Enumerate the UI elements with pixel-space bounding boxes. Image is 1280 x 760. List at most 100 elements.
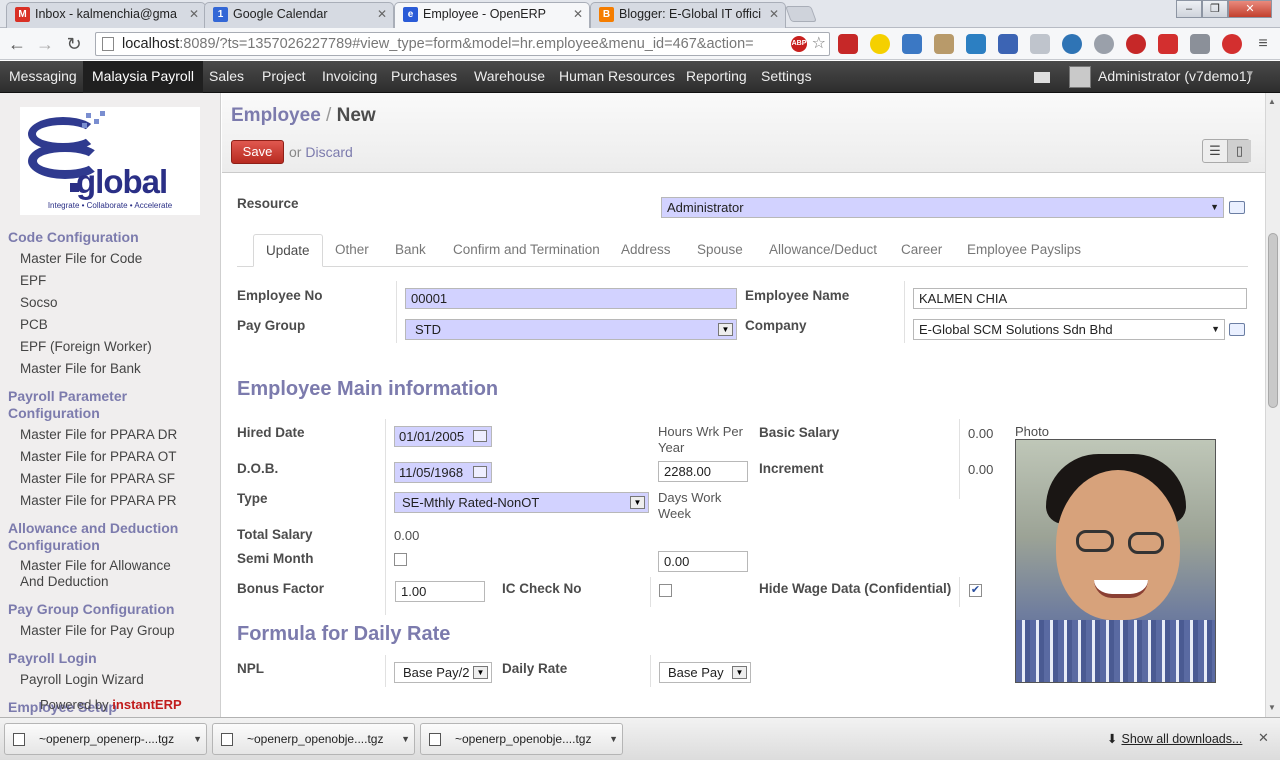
external-link-icon[interactable]: [1229, 201, 1245, 214]
extension-bookmark-icon[interactable]: [838, 34, 858, 54]
back-arrow-icon[interactable]: ←: [6, 33, 28, 55]
show-all-downloads[interactable]: ⬇ Show all downloads...: [1107, 731, 1242, 746]
menu-malaysia-payroll[interactable]: Malaysia Payroll: [83, 61, 203, 93]
chevron-down-icon[interactable]: ▼: [609, 724, 618, 754]
sidebar-header-allowance-deduction[interactable]: Allowance and Deduction Configuration: [0, 520, 180, 554]
close-icon[interactable]: ✕: [377, 3, 387, 25]
pay-group-select[interactable]: STD ▼: [405, 319, 737, 340]
browser-tab-openerp[interactable]: e Employee - OpenERP ✕: [394, 2, 590, 29]
sidebar-item[interactable]: Socso: [0, 295, 221, 311]
menu-settings[interactable]: Settings: [752, 61, 821, 93]
external-link-icon[interactable]: [1229, 323, 1245, 336]
calendar-icon[interactable]: [473, 430, 487, 442]
menu-warehouse[interactable]: Warehouse: [465, 61, 554, 93]
dropdown-button-icon[interactable]: ▼: [718, 323, 733, 336]
user-menu[interactable]: Administrator (v7demo1): [1098, 61, 1251, 92]
adblock-icon[interactable]: ABP: [791, 36, 807, 52]
extension-download-icon[interactable]: [998, 34, 1018, 54]
url-input[interactable]: localhost:8089/?ts=1357026227789#view_ty…: [95, 32, 830, 56]
employee-name-input[interactable]: KALMEN CHIA: [913, 288, 1247, 309]
extension-pacman-icon[interactable]: [870, 34, 890, 54]
npl-select[interactable]: Base Pay/2 ▼: [394, 662, 492, 683]
sidebar-item[interactable]: PCB: [0, 317, 221, 333]
chevron-down-icon[interactable]: ▼: [193, 724, 202, 754]
bonus-factor-input[interactable]: 1.00: [395, 581, 485, 602]
sidebar-item[interactable]: Master File for PPARA OT: [0, 449, 221, 465]
sidebar-item[interactable]: Master File for Pay Group: [0, 623, 221, 639]
extension-mail-icon[interactable]: [1030, 34, 1050, 54]
menu-project[interactable]: Project: [253, 61, 315, 93]
list-view-icon[interactable]: ☰: [1203, 140, 1227, 162]
maximize-button[interactable]: ❐: [1202, 0, 1228, 18]
browser-tab-gmail[interactable]: M Inbox - kalmenchia@gma ✕: [6, 2, 206, 28]
sidebar-item[interactable]: Payroll Login Wizard: [0, 672, 221, 688]
chevron-down-icon[interactable]: ▼: [401, 724, 410, 754]
close-icon[interactable]: ✕: [1258, 730, 1269, 746]
tab-employee-payslips[interactable]: Employee Payslips: [967, 234, 1081, 266]
extension-stop-icon[interactable]: [1126, 34, 1146, 54]
scroll-up-icon[interactable]: ▲: [1268, 97, 1276, 106]
dropdown-button-icon[interactable]: ▼: [732, 666, 747, 679]
menu-sales[interactable]: Sales: [200, 61, 253, 93]
employee-photo[interactable]: [1015, 439, 1216, 683]
chevron-down-icon[interactable]: ▼: [1245, 69, 1255, 80]
scroll-down-icon[interactable]: ▼: [1268, 703, 1276, 712]
browser-tab-calendar[interactable]: 1 Google Calendar ✕: [204, 2, 394, 28]
envelope-icon[interactable]: [1034, 72, 1050, 83]
dropdown-button-icon[interactable]: ▼: [630, 496, 645, 509]
extension-x-icon[interactable]: [966, 34, 986, 54]
sidebar-item[interactable]: Master File for Code: [0, 251, 221, 267]
scrollbar-thumb[interactable]: [1268, 233, 1278, 408]
calendar-icon[interactable]: [473, 466, 487, 478]
avatar[interactable]: [1069, 66, 1091, 88]
employee-no-input[interactable]: 00001: [405, 288, 737, 309]
show-all-downloads-link[interactable]: Show all downloads...: [1121, 732, 1242, 746]
sidebar-header-code-configuration[interactable]: Code Configuration: [0, 229, 221, 246]
powered-brand[interactable]: instantERP: [112, 697, 181, 712]
close-icon[interactable]: ✕: [769, 3, 779, 25]
sidebar-header-payroll-parameter[interactable]: Payroll Parameter Configuration: [0, 388, 221, 422]
days-work-week-input[interactable]: 0.00: [658, 551, 748, 572]
type-select[interactable]: SE-Mthly Rated-NonOT ▼: [394, 492, 649, 513]
extension-screen-icon[interactable]: [902, 34, 922, 54]
sidebar-item[interactable]: Master File for PPARA SF: [0, 471, 221, 487]
breadcrumb-parent[interactable]: Employee: [231, 105, 321, 126]
new-tab-button[interactable]: [785, 6, 817, 22]
menu-human-resources[interactable]: Human Resources: [550, 61, 684, 93]
dob-input[interactable]: 11/05/1968: [394, 462, 492, 483]
close-icon[interactable]: ✕: [189, 3, 199, 25]
hide-wage-checkbox[interactable]: ✔: [969, 584, 982, 597]
tab-address[interactable]: Address: [621, 234, 671, 266]
hired-date-input[interactable]: 01/01/2005: [394, 426, 492, 447]
tab-allowance-deduct[interactable]: Allowance/Deduct: [769, 234, 877, 266]
tab-confirm-termination[interactable]: Confirm and Termination: [453, 234, 600, 266]
form-view-icon[interactable]: ▯: [1227, 140, 1251, 162]
tab-other[interactable]: Other: [335, 234, 369, 266]
tab-bank[interactable]: Bank: [395, 234, 426, 266]
daily-rate-select[interactable]: Base Pay ▼: [659, 662, 751, 683]
extension-opera-icon[interactable]: [1222, 34, 1242, 54]
browser-tab-blogger[interactable]: B Blogger: E-Global IT offici ✕: [590, 2, 786, 28]
save-button[interactable]: Save: [231, 140, 284, 164]
menu-purchases[interactable]: Purchases: [382, 61, 466, 93]
bookmark-star-icon[interactable]: ☆: [812, 33, 826, 55]
hours-per-year-input[interactable]: 2288.00: [658, 461, 748, 482]
download-item[interactable]: ~openerp_openobje....tgz ▼: [212, 723, 415, 755]
forward-arrow-icon[interactable]: →: [34, 33, 56, 55]
window-close-button[interactable]: ✕: [1228, 0, 1272, 18]
tab-update[interactable]: Update: [253, 234, 323, 267]
semi-month-checkbox[interactable]: [394, 553, 407, 566]
sidebar-item[interactable]: EPF: [0, 273, 221, 289]
reload-icon[interactable]: ↻: [63, 33, 85, 55]
sidebar-item[interactable]: Master File for PPARA DR: [0, 427, 221, 443]
menu-messaging[interactable]: Messaging: [0, 61, 86, 93]
menu-invoicing[interactable]: Invoicing: [313, 61, 386, 93]
discard-button[interactable]: Discard: [305, 144, 352, 160]
dropdown-button-icon[interactable]: ▼: [473, 666, 488, 679]
tab-career[interactable]: Career: [901, 234, 942, 266]
sidebar-item[interactable]: Master File for Allowance And Deduction: [0, 558, 190, 590]
ic-check-checkbox[interactable]: [659, 584, 672, 597]
page-scrollbar[interactable]: ▲ ▼: [1265, 93, 1280, 717]
sidebar-item[interactable]: Master File for Bank: [0, 361, 221, 377]
close-icon[interactable]: ✕: [573, 3, 583, 25]
